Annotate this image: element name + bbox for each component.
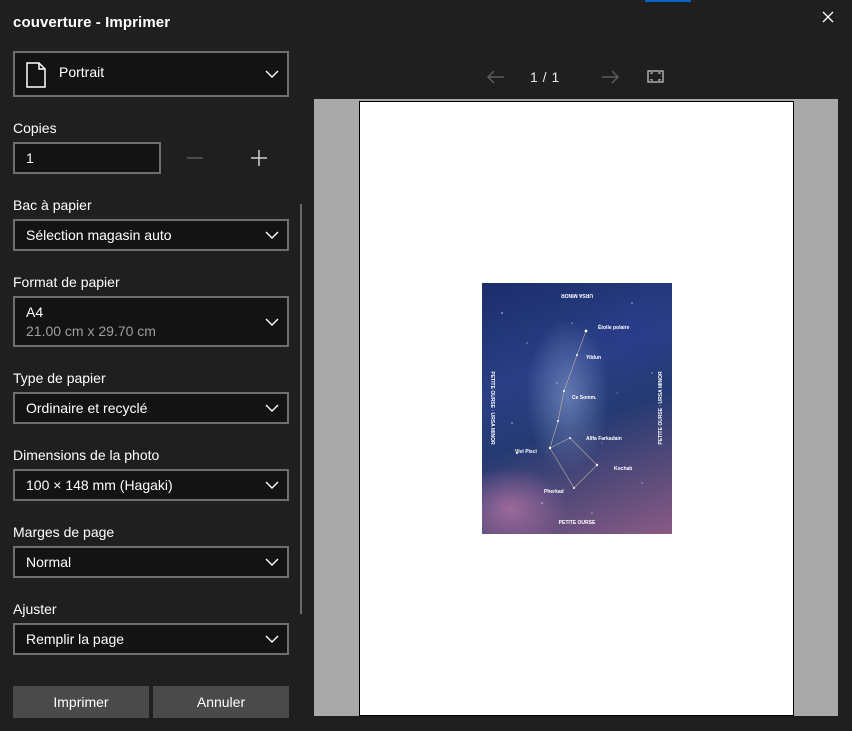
paper-size-label: Format de papier — [13, 274, 120, 290]
photo-label-yildun: Yildun — [586, 355, 601, 361]
chevron-down-icon — [265, 70, 279, 78]
copies-decrement-button[interactable] — [184, 147, 206, 169]
photo-label-alifa: Alifa Farkadain — [586, 436, 622, 442]
fit-value: Remplir la page — [26, 631, 125, 647]
fit-to-window-button[interactable] — [646, 68, 666, 86]
chevron-down-icon — [265, 318, 279, 326]
chevron-down-icon — [265, 231, 279, 239]
photo-label-left-star: Vivi Pisci — [515, 449, 537, 455]
settings-scrollbar[interactable] — [300, 204, 302, 614]
paper-size-dropdown[interactable]: A4 21.00 cm x 29.70 cm — [13, 296, 289, 347]
close-button[interactable] — [815, 6, 841, 28]
paper-tray-dropdown[interactable]: Sélection magasin auto — [13, 219, 289, 251]
copies-input[interactable] — [13, 142, 161, 174]
photo-size-value: 100 × 148 mm (Hagaki) — [26, 477, 173, 493]
photo-label-pherkad: Pherkad — [544, 489, 564, 495]
page-counter: 1 / 1 — [530, 69, 560, 85]
photo-size-dropdown[interactable]: 100 × 148 mm (Hagaki) — [13, 469, 289, 501]
photo-label-polaris: Étoile polaire — [598, 323, 630, 331]
print-button[interactable]: Imprimer — [13, 686, 149, 718]
arrow-right-icon — [602, 70, 619, 84]
fit-to-window-icon — [647, 70, 664, 83]
paper-type-label: Type de papier — [13, 370, 106, 386]
photo-right-side-label: PETITE OURSE · URSA MINOR — [658, 371, 664, 445]
photo-bottom-label: PETITE OURSE — [559, 520, 596, 526]
chevron-down-icon — [265, 481, 279, 489]
close-icon — [822, 11, 834, 23]
page-portrait-icon — [26, 62, 46, 88]
photo-size-label: Dimensions de la photo — [13, 447, 160, 463]
margins-value: Normal — [26, 554, 72, 570]
plus-icon — [251, 150, 267, 166]
margins-dropdown[interactable]: Normal — [13, 546, 289, 578]
orientation-value: Portrait — [59, 64, 105, 80]
chevron-down-icon — [265, 558, 279, 566]
fit-dropdown[interactable]: Remplir la page — [13, 623, 289, 655]
paper-tray-label: Bac à papier — [13, 197, 92, 213]
margins-label: Marges de page — [13, 524, 115, 540]
next-page-button[interactable] — [600, 68, 620, 86]
title-accent-bar — [645, 0, 691, 2]
photo-top-label: URSA MINOR — [561, 292, 593, 298]
photo-label-epsilon: Ce Somm. — [572, 395, 597, 401]
paper-type-dropdown[interactable]: Ordinaire et recyclé — [13, 392, 289, 424]
window-title: couverture - Imprimer — [13, 14, 171, 31]
chevron-down-icon — [265, 404, 279, 412]
copies-label: Copies — [13, 120, 57, 136]
minus-icon — [187, 157, 203, 159]
arrow-left-icon — [487, 70, 504, 84]
fit-label: Ajuster — [13, 601, 57, 617]
copies-increment-button[interactable] — [248, 147, 270, 169]
paper-size-dimensions: 21.00 cm x 29.70 cm — [26, 323, 156, 339]
chevron-down-icon — [265, 635, 279, 643]
photo-left-side-label: PETITE OURSE · URSA MINOR — [489, 371, 495, 445]
constellation-art: URSA MINOR Étoile polaire Yildun Ce Somm… — [489, 292, 664, 526]
preview-photo: URSA MINOR Étoile polaire Yildun Ce Somm… — [482, 283, 672, 534]
paper-type-value: Ordinaire et recyclé — [26, 400, 148, 416]
orientation-dropdown[interactable]: Portrait — [13, 51, 289, 97]
cancel-button[interactable]: Annuler — [153, 686, 289, 718]
photo-label-kochab: Kochab — [614, 466, 632, 472]
previous-page-button[interactable] — [486, 68, 506, 86]
paper-size-value: A4 — [26, 304, 44, 320]
paper-tray-value: Sélection magasin auto — [26, 227, 172, 243]
